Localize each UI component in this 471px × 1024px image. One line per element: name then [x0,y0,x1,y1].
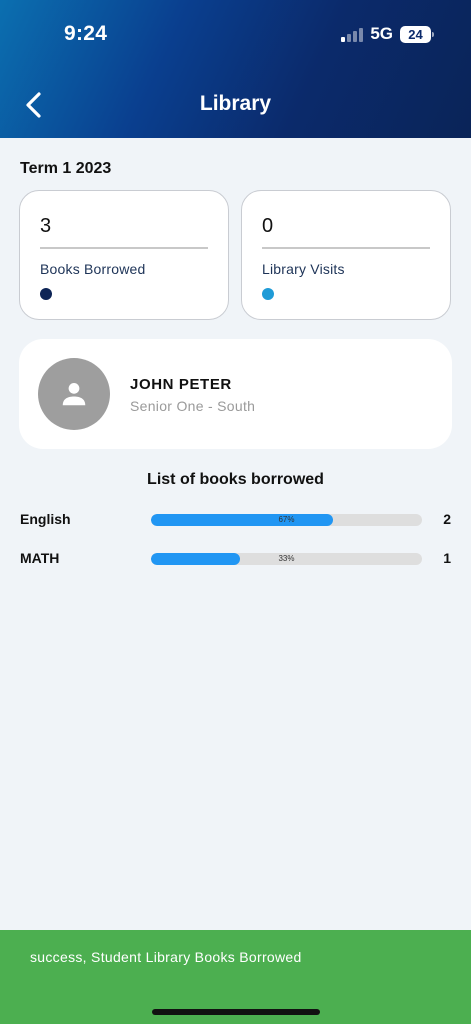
student-class: Senior One - South [130,398,256,414]
battery-icon: 24 [400,25,434,43]
book-count: 2 [443,511,451,527]
person-icon [62,383,86,406]
books-list-title: List of books borrowed [147,471,324,488]
status-time: 9:24 [64,22,108,45]
library-visits-label: Library Visits [262,261,345,277]
network-type: 5G [370,24,393,43]
status-indicators: 5G 24 [341,24,434,44]
list-item[interactable]: English 67% 2 [0,508,471,532]
signal-icon [341,26,364,42]
list-item[interactable]: MATH 33% 1 [0,547,471,571]
toast-message: success, Student Library Books Borrowed [30,949,302,965]
books-borrowed-label: Books Borrowed [40,261,146,277]
books-borrowed-card[interactable]: 3 Books Borrowed [19,190,229,320]
student-profile-card[interactable]: JOHN PETER Senior One - South [19,339,452,449]
books-borrowed-value: 3 [40,215,52,237]
progress-bar: 67% [151,514,422,526]
progress-percent: 67% [278,515,295,524]
app-header: 9:24 5G 24 Library [0,0,471,138]
book-subject: MATH [20,550,60,566]
term-label: Term 1 2023 [20,160,112,177]
progress-percent: 33% [278,554,295,563]
student-name: JOHN PETER [130,376,232,393]
book-count: 1 [443,550,451,566]
library-visits-card[interactable]: 0 Library Visits [241,190,451,320]
library-visits-value: 0 [262,215,274,237]
status-dot [40,288,52,300]
divider [262,247,430,249]
status-dot [262,288,274,300]
progress-bar: 33% [151,553,422,565]
avatar [38,358,110,430]
home-indicator[interactable] [152,1009,320,1015]
divider [40,247,208,249]
book-subject: English [20,511,71,527]
page-title: Library [199,92,272,115]
